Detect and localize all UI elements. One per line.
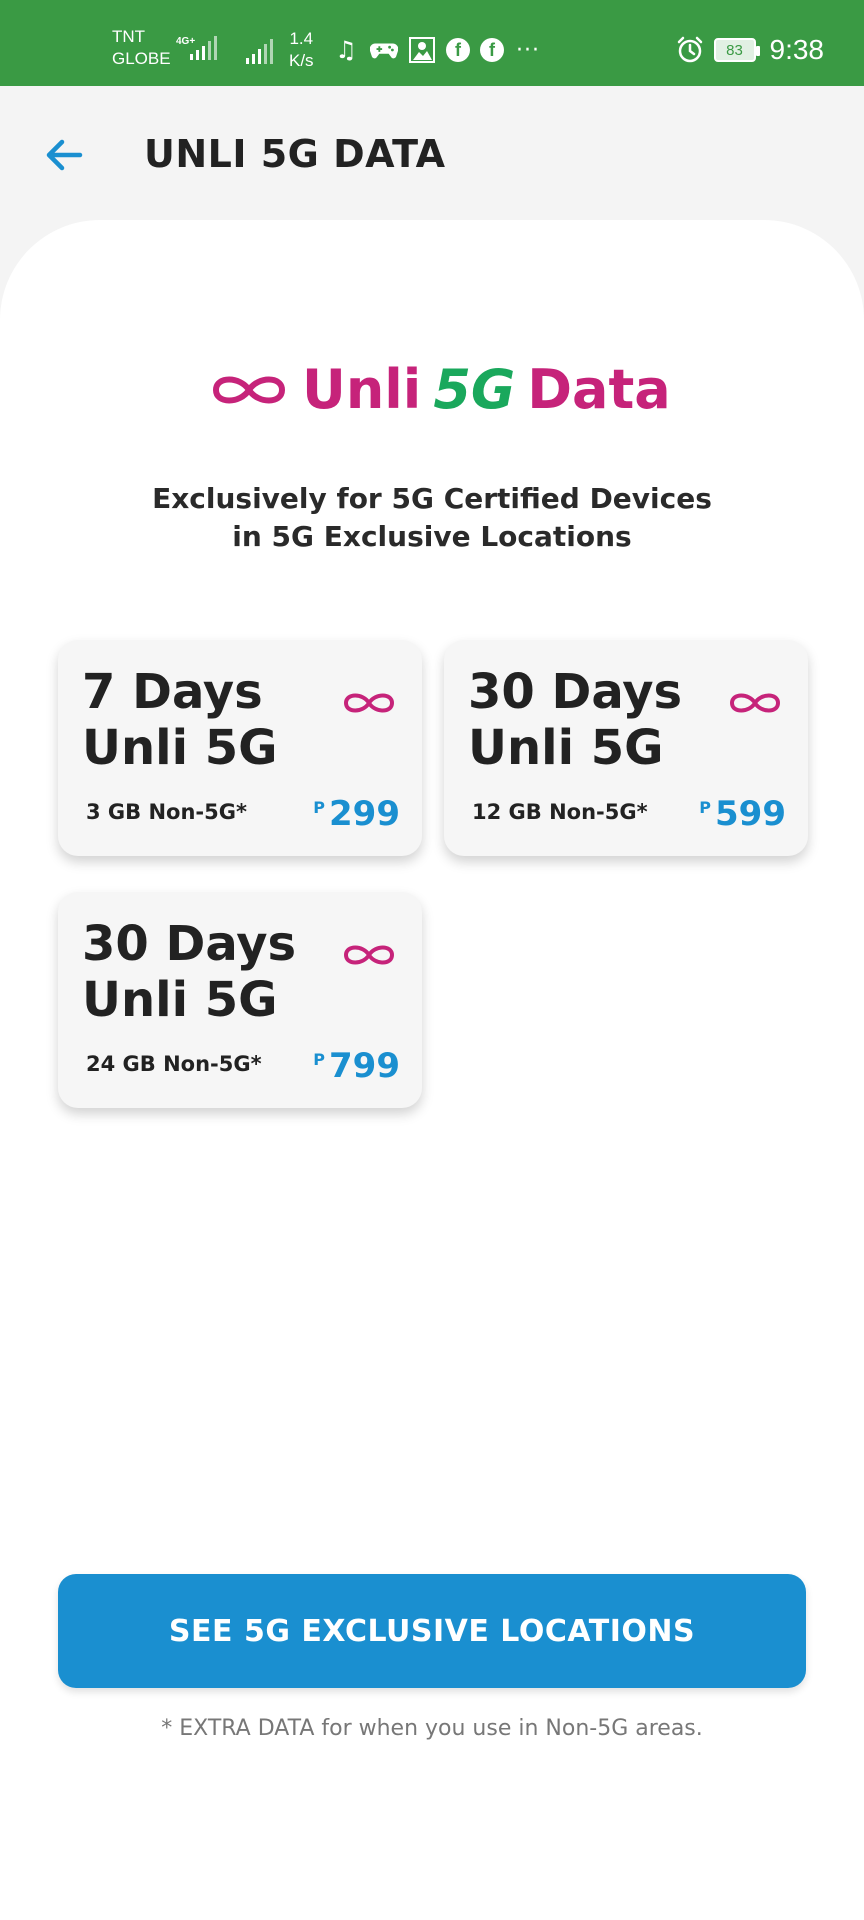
network-speed: 1.4 K/s [289, 28, 314, 72]
back-button[interactable] [44, 138, 84, 172]
subtitle-line-2: in 5G Exclusive Locations [232, 520, 632, 553]
page-title: UNLI 5G DATA [144, 132, 446, 176]
infinity-icon [343, 945, 395, 965]
facebook-icon: f [446, 38, 470, 62]
gallery-icon [408, 36, 436, 64]
plan-title: 30 Days Unli 5G [468, 664, 682, 776]
music-icon: ♫ [335, 36, 357, 64]
network-type: 4G+ [176, 36, 195, 47]
plan-data-allowance: 24 GB Non-5G* [86, 1052, 262, 1076]
speed-value: 1.4 [289, 29, 314, 48]
plan-data-allowance: 3 GB Non-5G* [86, 800, 247, 824]
unli-5g-logo: Unli 5G Data [210, 360, 671, 420]
plan-price: P 799 [313, 1046, 400, 1086]
currency-symbol: P [699, 798, 712, 817]
arrow-left-icon [46, 139, 83, 171]
footnote: * EXTRA DATA for when you use in Non-5G … [161, 1716, 703, 1741]
clock: 9:38 [769, 34, 825, 65]
notification-icons: ♫ f f ··· [332, 36, 542, 64]
signal-icon-2 [246, 38, 276, 70]
app-header: UNLI 5G DATA [0, 86, 864, 216]
battery-icon: 83 [713, 38, 760, 62]
infinity-icon [212, 376, 286, 404]
gamepad-icon [370, 36, 398, 64]
price-amount: 299 [329, 794, 400, 834]
speed-unit: K/s [289, 51, 314, 70]
plan-days: 7 Days [82, 664, 263, 720]
currency-symbol: P [313, 1050, 326, 1069]
plan-card-7-days[interactable]: 7 Days Unli 5G 3 GB Non-5G* P 299 [58, 640, 422, 856]
status-right: 83 9:38 [676, 34, 825, 66]
plan-days: 30 Days [82, 916, 297, 972]
price-amount: 799 [329, 1046, 400, 1086]
facebook-icon-2: f [480, 38, 504, 62]
carrier-line-2: GLOBE [112, 49, 171, 68]
plan-name: Unli 5G [468, 720, 664, 776]
price-amount: 599 [715, 794, 786, 834]
plan-data-allowance: 12 GB Non-5G* [472, 800, 648, 824]
infinity-icon [729, 693, 781, 713]
plan-title: 7 Days Unli 5G [82, 664, 278, 776]
subtitle-line-1: Exclusively for 5G Certified Devices [152, 482, 712, 515]
plan-price: P 599 [699, 794, 786, 834]
logo-text-prefix: Unli [302, 358, 422, 421]
signal-icon: 4G+ [176, 34, 224, 68]
plan-card-30-days-24gb[interactable]: 30 Days Unli 5G 24 GB Non-5G* P 799 [58, 892, 422, 1108]
subtitle: Exclusively for 5G Certified Devices in … [0, 480, 864, 556]
plan-name: Unli 5G [82, 972, 278, 1028]
more-notifications-icon: ··· [516, 37, 540, 63]
infinity-icon [343, 693, 395, 713]
logo-text-5g: 5G [433, 358, 516, 421]
plan-title: 30 Days Unli 5G [82, 916, 296, 1028]
plan-name: Unli 5G [82, 720, 278, 776]
plan-card-30-days-12gb[interactable]: 30 Days Unli 5G 12 GB Non-5G* P 599 [444, 640, 808, 856]
currency-symbol: P [313, 798, 326, 817]
carrier-line-1: TNT [112, 27, 146, 46]
status-bar: TNT GLOBE 4G+ 1.4 K/s ♫ f f ··· 83 9:38 [0, 0, 864, 86]
see-5g-locations-button[interactable]: SEE 5G EXCLUSIVE LOCATIONS [58, 1574, 806, 1688]
logo-text-suffix: Data [527, 358, 671, 421]
carrier-label: TNT GLOBE [112, 26, 171, 70]
plan-days: 30 Days [468, 664, 683, 720]
alarm-icon [677, 36, 702, 63]
plan-price: P 299 [313, 794, 400, 834]
